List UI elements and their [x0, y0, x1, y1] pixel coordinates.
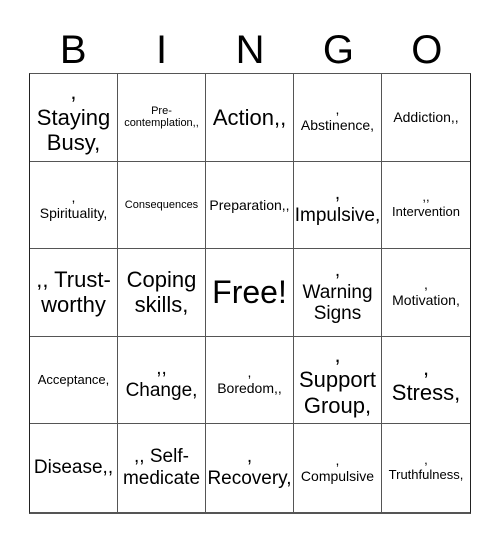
bingo-cell[interactable]: , Boredom,, — [206, 336, 294, 425]
bingo-cell[interactable]: Consequences — [118, 161, 206, 250]
bingo-cell[interactable]: Coping skills, — [118, 249, 206, 337]
bingo-cell[interactable]: ,, Self- medicate — [118, 424, 206, 512]
bingo-cell[interactable]: ,, Trust- worthy — [30, 249, 118, 337]
header-letter-n: N — [235, 28, 265, 72]
header-letter-o: O — [411, 28, 443, 72]
bingo-cell[interactable]: , Truthfulness, — [382, 424, 470, 512]
bingo-cell[interactable]: ,, Intervention — [382, 162, 470, 250]
bingo-cell[interactable]: , Impulsive, — [294, 161, 382, 250]
bingo-header: B I N G O — [29, 28, 471, 72]
header-letter-b: B — [59, 28, 87, 72]
bingo-cell[interactable]: Addiction,, — [382, 74, 470, 162]
bingo-cell[interactable]: ,, Change, — [118, 336, 206, 425]
bingo-cell[interactable]: , Compulsive — [294, 424, 382, 512]
bingo-cell[interactable]: , Staying Busy, — [30, 74, 118, 162]
bingo-cell[interactable]: , Spirituality, — [30, 161, 118, 250]
header-letter-i: I — [156, 28, 168, 72]
bingo-cell[interactable]: Preparation,, — [206, 161, 294, 250]
bingo-cell[interactable]: , Recovery, — [206, 424, 294, 512]
bingo-free-space[interactable]: Free! — [206, 249, 294, 337]
bingo-cell[interactable]: Action,, — [206, 74, 294, 162]
bingo-cell[interactable]: , Abstinence, — [294, 74, 382, 162]
bingo-card-grid: , Staying Busy, Pre- contemplation,, Actio… — [29, 73, 471, 514]
bingo-cell[interactable]: Acceptance, — [30, 336, 118, 425]
bingo-cell[interactable]: , Support Group, — [294, 336, 382, 425]
bingo-cell[interactable]: Disease,, — [30, 424, 118, 512]
bingo-cell[interactable]: Pre- contemplation,, — [118, 74, 206, 162]
bingo-cell[interactable]: , Motivation, — [382, 249, 470, 337]
header-letter-g: G — [322, 28, 354, 72]
bingo-cell[interactable]: , Stress, — [382, 337, 470, 425]
bingo-cell[interactable]: , Warning Signs — [294, 249, 382, 337]
